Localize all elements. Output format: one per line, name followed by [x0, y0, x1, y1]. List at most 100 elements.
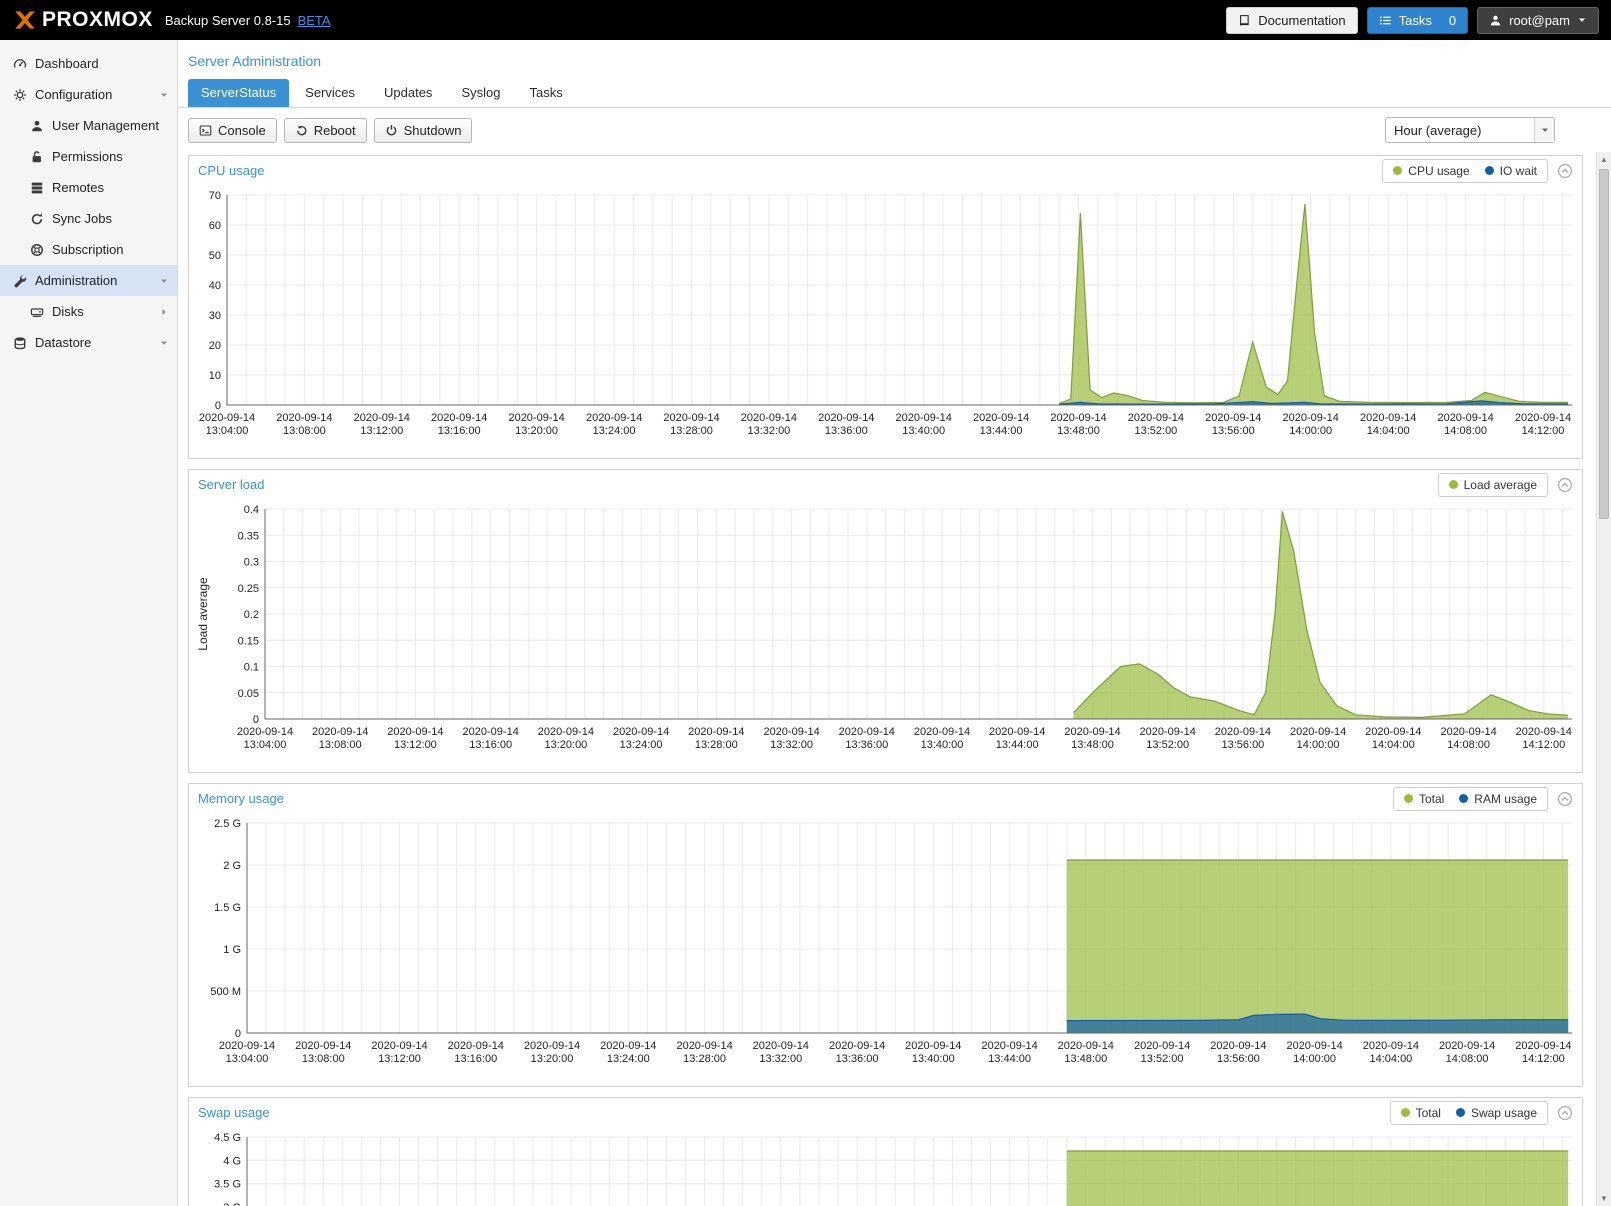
sidebar-item-disks[interactable]: Disks: [0, 296, 177, 327]
chevron-right-icon[interactable]: [159, 307, 169, 317]
timeframe-select[interactable]: Hour (average): [1385, 117, 1555, 143]
svg-text:2020-09-14: 2020-09-14: [1365, 726, 1421, 738]
sidebar-item-dashboard[interactable]: Dashboard: [0, 48, 177, 79]
collapse-panel-icon[interactable]: [1557, 163, 1573, 179]
svg-text:14:08:00: 14:08:00: [1447, 739, 1490, 751]
sidebar-item-label: Datastore: [35, 335, 91, 350]
svg-text:13:32:00: 13:32:00: [747, 425, 790, 437]
svg-text:2020-09-14: 2020-09-14: [586, 412, 642, 424]
scroll-down-icon[interactable]: ▼: [1597, 1191, 1611, 1206]
sidebar-item-remotes[interactable]: Remotes: [0, 172, 177, 203]
scroll-up-icon[interactable]: ▲: [1597, 152, 1611, 167]
svg-text:13:28:00: 13:28:00: [695, 739, 738, 751]
sidebar-item-sync-jobs[interactable]: Sync Jobs: [0, 203, 177, 234]
sidebar-item-permissions[interactable]: Permissions: [0, 141, 177, 172]
tasks-button-label: Tasks: [1399, 13, 1432, 28]
collapse-panel-icon[interactable]: [1557, 791, 1573, 807]
tab-updates[interactable]: Updates: [371, 79, 445, 107]
chevron-down-icon: [1577, 15, 1587, 25]
task-list-icon: [1379, 14, 1392, 27]
page-title: Server Administration: [178, 40, 1611, 75]
svg-text:14:12:00: 14:12:00: [1522, 739, 1565, 751]
svg-text:4 G: 4 G: [223, 1155, 241, 1167]
user-menu-button[interactable]: root@pam: [1477, 7, 1599, 34]
svg-text:14:08:00: 14:08:00: [1446, 1053, 1489, 1065]
panel-load: Server loadLoad average00.050.10.150.20.…: [188, 469, 1583, 773]
svg-text:13:52:00: 13:52:00: [1146, 739, 1189, 751]
svg-text:13:04:00: 13:04:00: [206, 425, 249, 437]
chart-legend: Load average: [1438, 473, 1548, 497]
svg-text:2020-09-14: 2020-09-14: [1290, 726, 1346, 738]
chevron-down-icon[interactable]: [159, 276, 169, 286]
app-version: Backup Server 0.8-15: [165, 13, 291, 28]
svg-text:2020-09-14: 2020-09-14: [1058, 1040, 1114, 1052]
refresh-icon: [29, 212, 44, 226]
panel-header: Memory usageTotalRAM usage: [189, 784, 1582, 813]
scrollbar-thumb[interactable]: [1599, 169, 1609, 519]
svg-text:13:48:00: 13:48:00: [1064, 1053, 1107, 1065]
svg-text:13:20:00: 13:20:00: [544, 739, 587, 751]
svg-text:2.5 G: 2.5 G: [214, 818, 241, 830]
sidebar-item-label: Remotes: [52, 180, 104, 195]
documentation-button-label: Documentation: [1258, 13, 1345, 28]
collapse-panel-icon[interactable]: [1557, 1105, 1573, 1121]
console-button[interactable]: Console: [188, 118, 277, 143]
gears-icon: [12, 88, 27, 102]
datastore-icon: [12, 336, 27, 350]
svg-text:2020-09-14: 2020-09-14: [1360, 412, 1416, 424]
chevron-down-icon[interactable]: [159, 90, 169, 100]
charts-area: CPU usageCPU usageIO wait010203040506070…: [178, 152, 1611, 1206]
svg-text:2020-09-14: 2020-09-14: [829, 1040, 885, 1052]
legend-item: RAM usage: [1459, 792, 1537, 806]
svg-text:0.05: 0.05: [238, 688, 259, 700]
terminal-icon: [199, 124, 212, 137]
svg-text:2020-09-14: 2020-09-14: [688, 726, 744, 738]
svg-text:2020-09-14: 2020-09-14: [276, 412, 332, 424]
panel-header: CPU usageCPU usageIO wait: [189, 156, 1582, 185]
tasks-count-badge: 0: [1449, 13, 1456, 28]
sidebar-item-administration[interactable]: Administration: [0, 265, 177, 296]
svg-text:13:56:00: 13:56:00: [1212, 425, 1255, 437]
sidebar-item-user-management[interactable]: User Management: [0, 110, 177, 141]
svg-text:13:04:00: 13:04:00: [226, 1053, 269, 1065]
svg-text:14:04:00: 14:04:00: [1369, 1053, 1412, 1065]
svg-text:3 G: 3 G: [223, 1202, 241, 1206]
svg-text:13:56:00: 13:56:00: [1217, 1053, 1260, 1065]
sidebar-item-datastore[interactable]: Datastore: [0, 327, 177, 358]
collapse-panel-icon[interactable]: [1557, 477, 1573, 493]
svg-text:2020-09-14: 2020-09-14: [508, 412, 564, 424]
toolbar: Console Reboot Shutdown Hour (average): [178, 108, 1611, 152]
svg-text:13:16:00: 13:16:00: [469, 739, 512, 751]
reboot-button[interactable]: Reboot: [284, 118, 367, 143]
console-button-label: Console: [218, 123, 266, 138]
svg-text:40: 40: [209, 280, 221, 292]
timeframe-value: Hour (average): [1386, 123, 1534, 138]
svg-text:13:08:00: 13:08:00: [319, 739, 362, 751]
chevron-down-icon[interactable]: [1534, 118, 1554, 142]
sidebar-item-subscription[interactable]: Subscription: [0, 234, 177, 265]
wrench-icon: [12, 274, 27, 288]
app-header: PROXMOX Backup Server 0.8-15 BETA Docume…: [0, 0, 1611, 40]
svg-text:2020-09-14: 2020-09-14: [1515, 1040, 1571, 1052]
legend-swatch: [1459, 794, 1468, 803]
legend-swatch: [1401, 1108, 1410, 1117]
vertical-scrollbar[interactable]: ▲ ▼: [1596, 152, 1611, 1206]
svg-text:1.5 G: 1.5 G: [214, 902, 241, 914]
svg-text:2020-09-14: 2020-09-14: [448, 1040, 504, 1052]
beta-link[interactable]: BETA: [298, 13, 331, 28]
svg-text:13:44:00: 13:44:00: [988, 1053, 1031, 1065]
shutdown-button[interactable]: Shutdown: [374, 118, 473, 143]
chevron-down-icon[interactable]: [159, 338, 169, 348]
tab-tasks[interactable]: Tasks: [516, 79, 575, 107]
power-icon: [385, 124, 398, 137]
svg-text:70: 70: [209, 190, 221, 202]
sidebar-item-configuration[interactable]: Configuration: [0, 79, 177, 110]
documentation-button[interactable]: Documentation: [1226, 7, 1357, 34]
svg-text:13:44:00: 13:44:00: [996, 739, 1039, 751]
tab-services[interactable]: Services: [292, 79, 368, 107]
svg-text:2020-09-14: 2020-09-14: [387, 726, 443, 738]
tab-syslog[interactable]: Syslog: [448, 79, 513, 107]
tab-serverstatus[interactable]: ServerStatus: [188, 79, 289, 107]
tasks-button[interactable]: Tasks 0: [1367, 7, 1468, 34]
svg-text:2020-09-14: 2020-09-14: [354, 412, 410, 424]
